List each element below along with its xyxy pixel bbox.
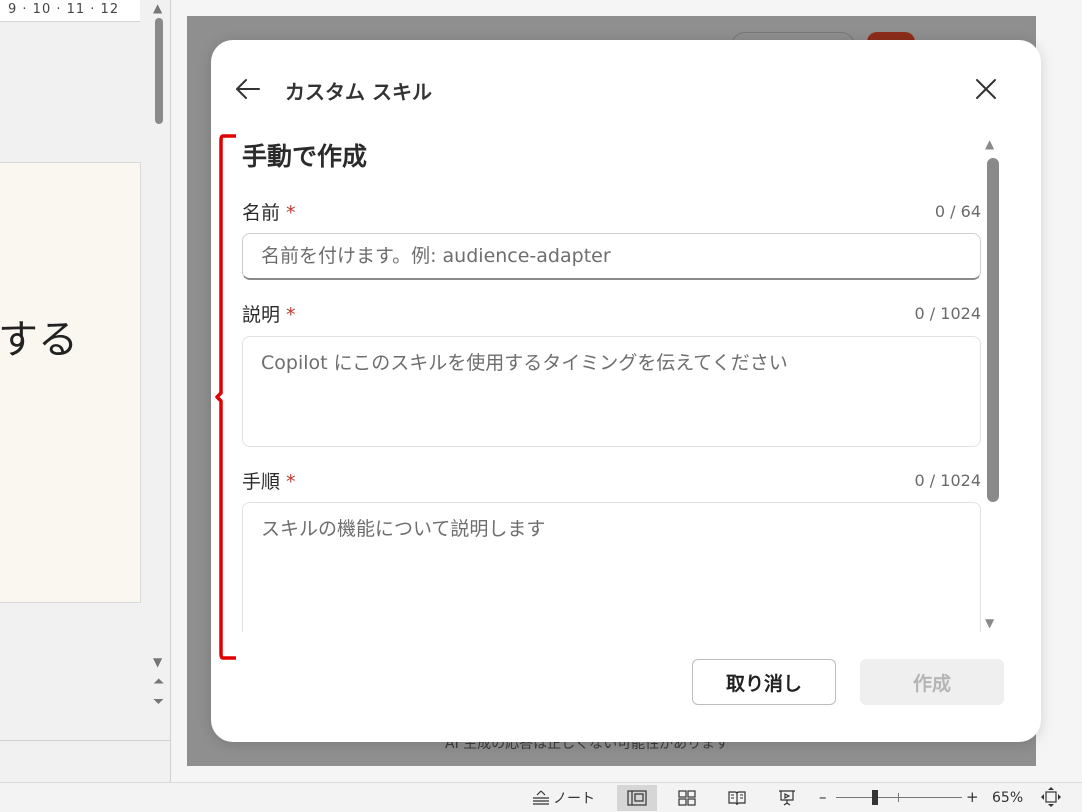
- create-button[interactable]: 作成: [860, 659, 1004, 705]
- scroll-up-icon[interactable]: ▲: [153, 2, 162, 14]
- instructions-label: 手順 *: [242, 467, 296, 494]
- status-bar: ノート – + 65%: [0, 782, 1082, 812]
- dialog-title: カスタム スキル: [285, 80, 432, 104]
- notes-button[interactable]: ノート: [531, 788, 595, 808]
- cancel-button[interactable]: 取り消し: [692, 659, 836, 705]
- description-textarea[interactable]: [242, 336, 981, 447]
- required-mark: *: [286, 471, 296, 493]
- notes-icon: [533, 790, 549, 805]
- slide-text[interactable]: する: [0, 307, 78, 365]
- zoom-in-button[interactable]: +: [966, 788, 979, 806]
- description-label-text: 説明: [242, 304, 281, 326]
- divider: [0, 740, 170, 741]
- name-label: 名前 *: [242, 198, 296, 225]
- slide-sorter-icon: [678, 790, 696, 806]
- zoom-slider-center-mark: [898, 793, 899, 802]
- section-title: 手動で作成: [242, 142, 368, 171]
- close-icon: [976, 79, 996, 99]
- horizontal-ruler: 9 · 10 · 11 · 12: [0, 0, 140, 22]
- scroll-down-icon[interactable]: ▼: [153, 656, 162, 668]
- back-button[interactable]: [233, 74, 263, 104]
- custom-skill-dialog: カスタム スキル ▲ ▼ 手動で作成 名前* 0 / 64 説明* 0 / 10…: [211, 40, 1041, 742]
- notes-label: ノート: [553, 791, 595, 807]
- slideshow-button[interactable]: [767, 785, 807, 811]
- zoom-level[interactable]: 65%: [992, 790, 1023, 806]
- normal-view-button[interactable]: [617, 785, 657, 811]
- ruler-numbers: 9 · 10 · 11 · 12: [8, 2, 120, 17]
- instructions-counter: 0 / 1024: [914, 471, 981, 490]
- zoom-slider-knob[interactable]: [872, 790, 878, 805]
- slide-sorter-button[interactable]: [667, 785, 707, 811]
- annotation-bracket-icon: [215, 134, 236, 660]
- description-label: 説明 *: [242, 300, 296, 327]
- close-button[interactable]: [971, 74, 1001, 104]
- description-counter: 0 / 1024: [914, 304, 981, 323]
- slide-editor-pane: 9 · 10 · 11 · 12 する ▲ ▼ ⏶ ⏷: [0, 0, 170, 782]
- dialog-scrollbar-thumb[interactable]: [987, 158, 999, 502]
- app-window: 9 · 10 · 11 · 12 する ▲ ▼ ⏶ ⏷ AI 生成の応答は正しく…: [0, 0, 1082, 812]
- instructions-textarea[interactable]: [242, 502, 981, 632]
- fit-to-window-icon: [1041, 787, 1061, 807]
- dialog-scroll-up-icon[interactable]: ▲: [985, 137, 994, 151]
- arrow-left-icon: [236, 79, 260, 99]
- slide-scrollbar[interactable]: ▲ ▼ ⏶ ⏷: [150, 0, 170, 740]
- reading-view-icon: [728, 791, 746, 806]
- slideshow-icon: [779, 790, 795, 806]
- next-slide-icon[interactable]: ⏷: [153, 695, 164, 709]
- slide-canvas[interactable]: する: [0, 162, 141, 603]
- normal-view-icon: [627, 790, 647, 806]
- dialog-scroll-down-icon[interactable]: ▼: [985, 616, 994, 630]
- required-mark: *: [286, 304, 296, 326]
- fit-to-window-button[interactable]: [1040, 786, 1062, 808]
- previous-slide-icon[interactable]: ⏶: [153, 675, 164, 689]
- name-label-text: 名前: [242, 202, 281, 224]
- instructions-label-text: 手順: [242, 471, 281, 493]
- zoom-slider-track[interactable]: [836, 797, 962, 798]
- slide-scrollbar-thumb[interactable]: [155, 18, 163, 124]
- zoom-out-button[interactable]: –: [819, 788, 827, 806]
- reading-view-button[interactable]: [717, 785, 757, 811]
- name-input[interactable]: [242, 233, 981, 280]
- required-mark: *: [286, 202, 296, 224]
- name-counter: 0 / 64: [934, 202, 981, 221]
